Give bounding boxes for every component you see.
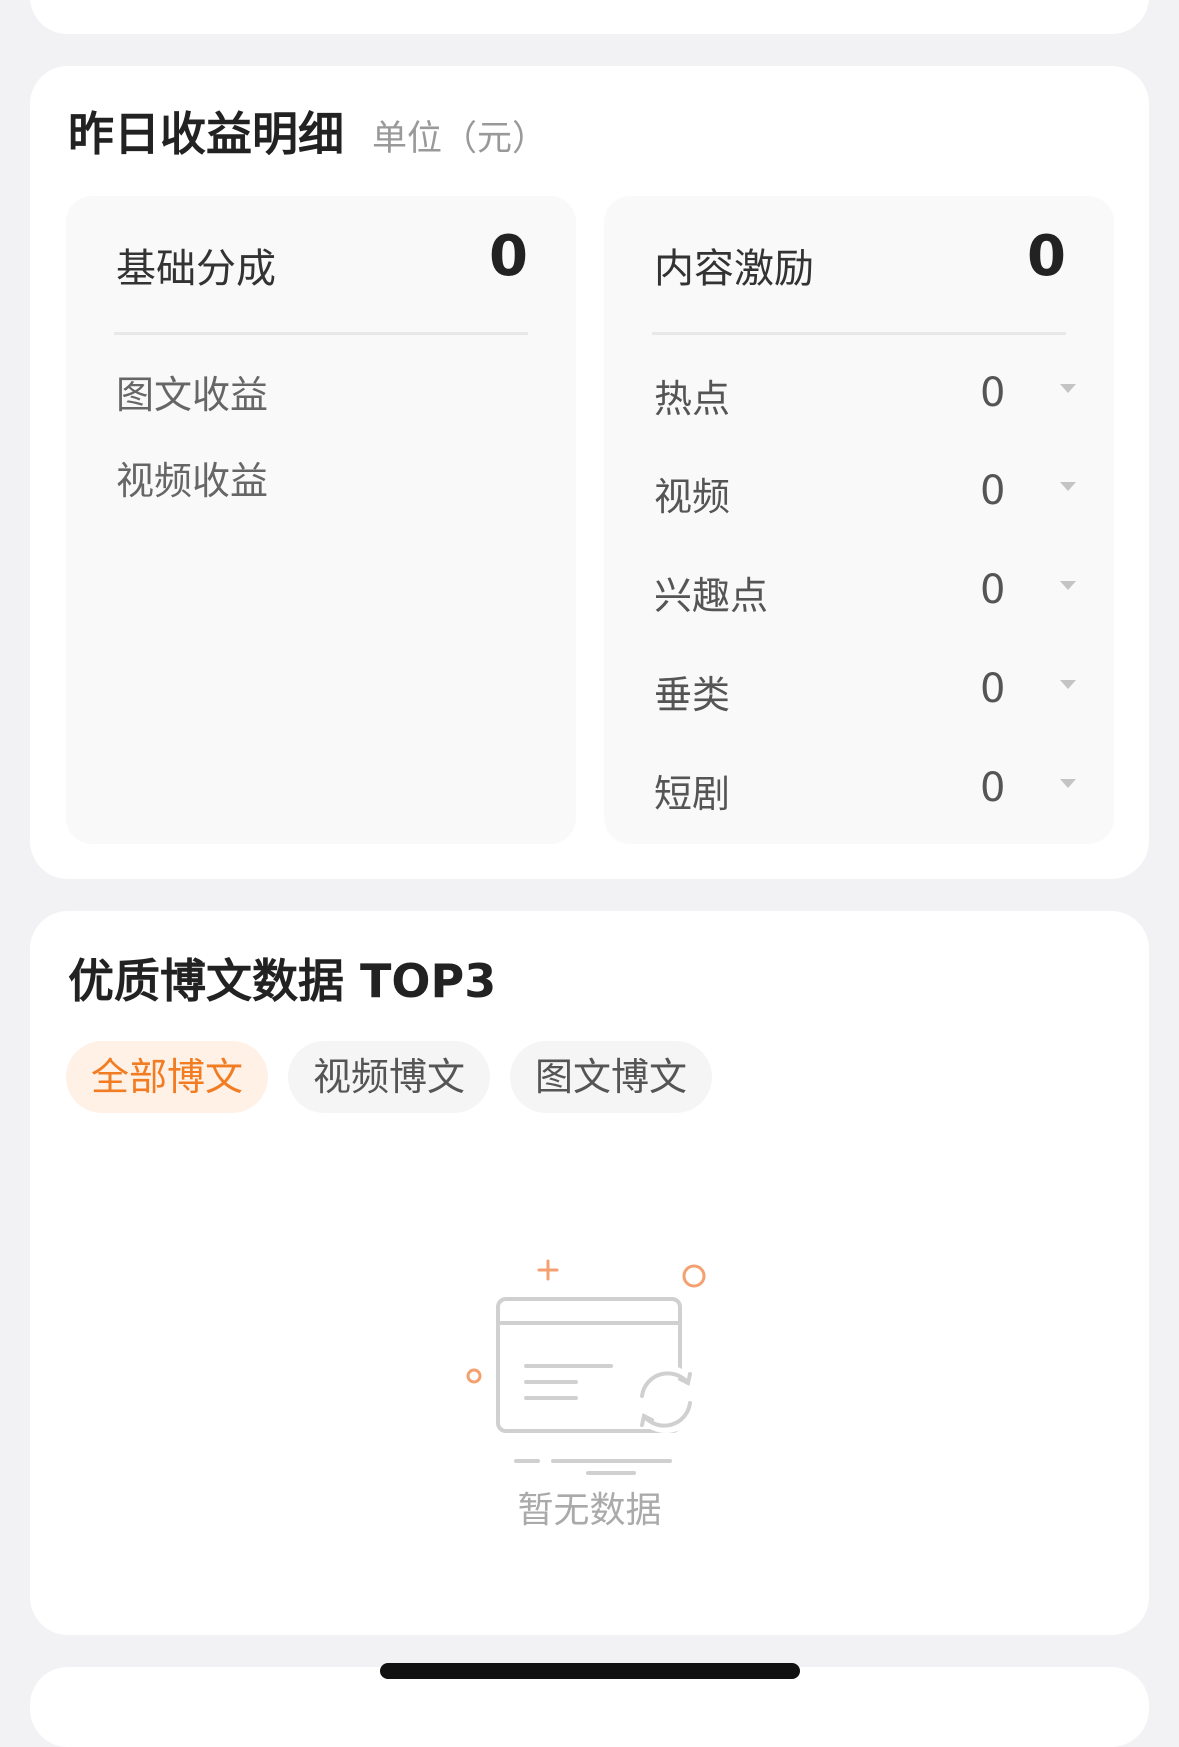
incentive-row-label: 视频 <box>654 475 731 519</box>
incentive-row-value: 0 <box>980 370 1006 416</box>
empty-state-text: 暂无数据 <box>517 1490 662 1531</box>
incentive-row-label: 垂类 <box>654 673 731 717</box>
incentive-row-label: 热点 <box>654 377 731 421</box>
caret-down-icon[interactable] <box>1060 384 1076 393</box>
next-card <box>30 1667 1149 1747</box>
caret-down-icon[interactable] <box>1060 581 1076 590</box>
tab-video-posts[interactable]: 视频博文 <box>288 1041 490 1113</box>
earnings-title: 昨日收益明细 <box>68 107 344 161</box>
earnings-unit: 单位（元） <box>372 119 548 159</box>
quality-posts-top3-card: 优质博文数据 TOP3 全部博文 视频博文 图文博文 暂无数据 <box>30 911 1149 1635</box>
incentive-row-label: 兴趣点 <box>654 574 769 618</box>
content-incentive-total: 0 <box>1027 224 1066 289</box>
video-earnings-label: 视频收益 <box>116 459 269 503</box>
empty-state-icon <box>466 1259 706 1475</box>
content-incentive-label: 内容激励 <box>654 246 814 292</box>
caret-down-icon[interactable] <box>1060 680 1076 689</box>
image-text-earnings-label: 图文收益 <box>116 373 269 417</box>
caret-down-icon[interactable] <box>1060 482 1076 491</box>
incentive-row-value: 0 <box>980 765 1006 811</box>
incentive-row-value: 0 <box>980 567 1006 613</box>
divider <box>114 332 528 335</box>
incentive-row-label: 短剧 <box>654 772 731 816</box>
incentive-row-value: 0 <box>980 468 1006 514</box>
base-share-label: 基础分成 <box>116 246 276 292</box>
content-incentive-panel: 内容激励 0 热点 0 视频 0 兴趣点 0 垂类 0 短剧 0 <box>604 196 1114 844</box>
divider <box>652 332 1066 335</box>
tab-all-posts[interactable]: 全部博文 <box>66 1041 268 1113</box>
previous-card <box>30 0 1149 34</box>
base-share-panel: 基础分成 0 图文收益 视频收益 <box>66 196 576 844</box>
base-share-total: 0 <box>489 224 528 289</box>
caret-down-icon[interactable] <box>1060 779 1076 788</box>
incentive-row-value: 0 <box>980 666 1006 712</box>
home-indicator[interactable] <box>380 1663 800 1679</box>
top3-title: 优质博文数据 TOP3 <box>68 954 497 1008</box>
tab-image-text-posts[interactable]: 图文博文 <box>510 1041 712 1113</box>
yesterday-earnings-card: 昨日收益明细 单位（元） 基础分成 0 图文收益 视频收益 内容激励 0 热点 … <box>30 66 1149 879</box>
